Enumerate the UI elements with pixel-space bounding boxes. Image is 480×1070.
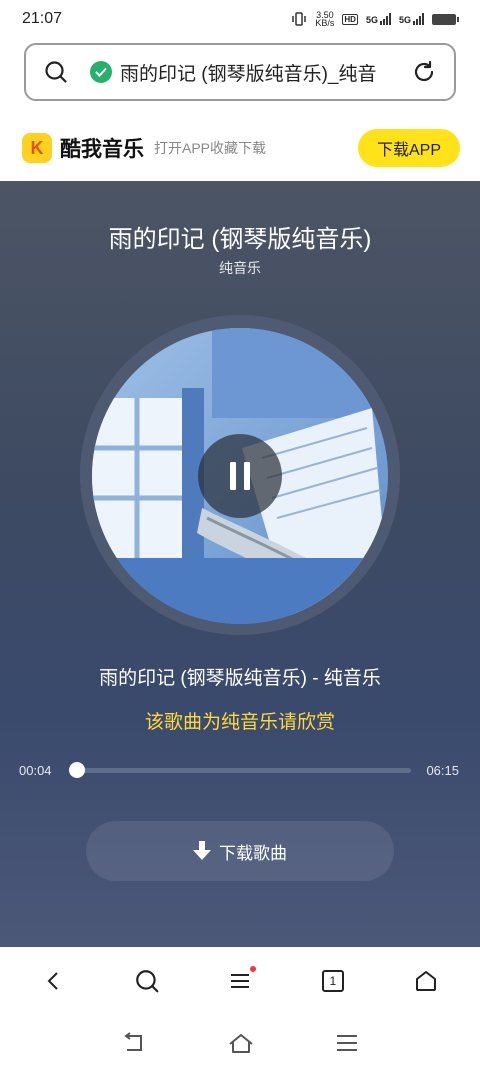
pure-music-note: 该歌曲为纯音乐请欣赏 xyxy=(144,712,335,733)
signal-5g-1: 5G xyxy=(366,13,391,25)
download-app-button[interactable]: 下载APP xyxy=(358,129,460,167)
current-time: 00:04 xyxy=(19,763,52,778)
total-time: 06:15 xyxy=(426,763,459,778)
battery-icon xyxy=(432,13,459,25)
app-promo-text[interactable]: 打开APP收藏下载 xyxy=(154,138,266,158)
app-name: 酷我音乐 xyxy=(60,138,144,161)
status-bar: 21:07 3.50 KB/s HD 5G 5G xyxy=(0,0,480,38)
search-button[interactable] xyxy=(117,956,177,1006)
search-icon[interactable] xyxy=(44,60,68,84)
song-line: 雨的印记 (钢琴版纯音乐) - 纯音乐 xyxy=(99,668,381,689)
progress-knob[interactable] xyxy=(69,762,85,778)
url-bar[interactable]: 雨的印记 (钢琴版纯音乐)_纯音 xyxy=(24,43,456,101)
system-menu-icon[interactable] xyxy=(335,1033,359,1053)
status-time: 21:07 xyxy=(22,10,63,27)
status-icons: 3.50 KB/s HD 5G 5G xyxy=(291,10,459,28)
vibrate-icon xyxy=(292,12,307,26)
artist-name[interactable]: 纯音乐 xyxy=(0,258,480,278)
kuwo-logo-icon: K xyxy=(22,133,52,163)
notification-dot xyxy=(249,966,256,972)
menu-button[interactable] xyxy=(210,956,270,1006)
app-banner: K 酷我音乐 打开APP收藏下载 下载APP xyxy=(0,114,480,182)
chevron-left-icon xyxy=(47,972,59,990)
song-title: 雨的印记 (钢琴版纯音乐) xyxy=(108,226,372,253)
net-speed: 3.50 KB/s xyxy=(315,10,335,28)
system-home-icon[interactable] xyxy=(228,1032,254,1054)
browser-nav-bar: 1 xyxy=(0,947,480,1015)
back-button[interactable] xyxy=(24,956,84,1006)
pause-icon xyxy=(230,462,236,490)
home-icon xyxy=(415,971,436,991)
tabs-button[interactable]: 1 xyxy=(303,956,363,1006)
signal-5g-2: 5G xyxy=(399,13,424,25)
system-nav-bar xyxy=(0,1015,480,1070)
menu-icon xyxy=(230,974,249,988)
refresh-icon[interactable] xyxy=(412,60,436,84)
system-back-icon[interactable] xyxy=(121,1031,147,1054)
download-song-label: 下载歌曲 xyxy=(219,843,287,863)
secure-shield-icon xyxy=(90,61,112,83)
hd-badge: HD xyxy=(342,13,358,25)
player-area: 雨的印记 (钢琴版纯音乐) 纯音乐 雨的印记 (钢琴版纯音乐) - 纯音乐 该歌… xyxy=(0,181,480,947)
home-button[interactable] xyxy=(396,956,456,1006)
url-text[interactable]: 雨的印记 (钢琴版纯音乐)_纯音 xyxy=(120,59,406,86)
download-arrow-icon xyxy=(193,841,211,860)
search-icon xyxy=(136,970,159,993)
tab-count: 1 xyxy=(321,970,344,992)
download-song-button[interactable]: 下载歌曲 xyxy=(86,821,394,881)
pause-button[interactable] xyxy=(198,434,282,518)
progress-track[interactable] xyxy=(73,768,411,773)
